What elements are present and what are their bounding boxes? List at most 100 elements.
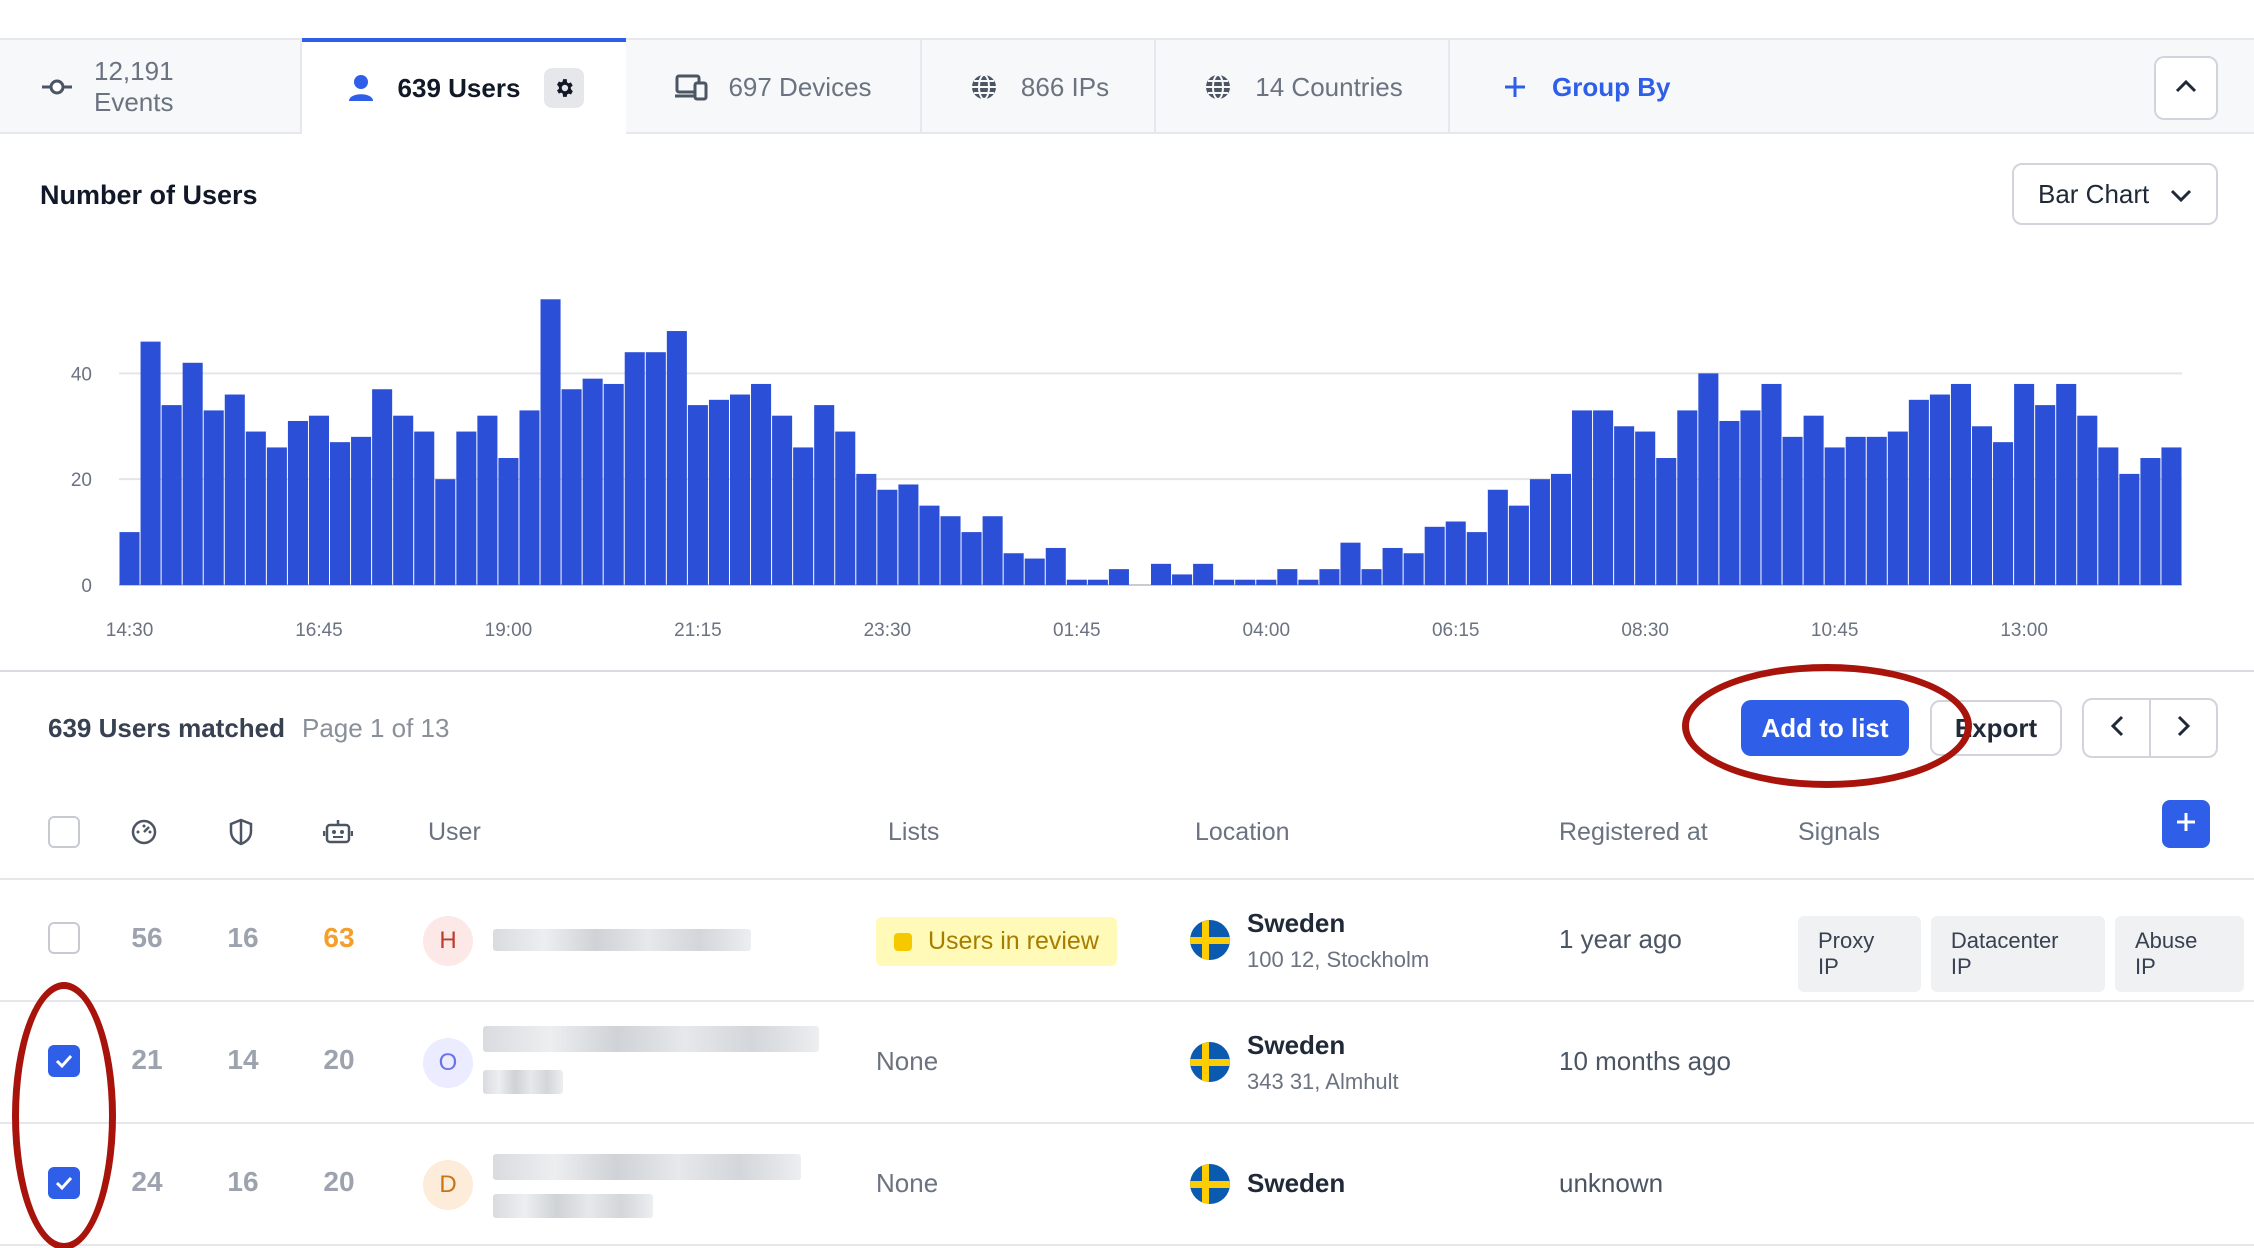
avatar: D: [423, 1160, 473, 1210]
add-column-button[interactable]: [2162, 800, 2210, 848]
bar: [477, 415, 498, 585]
table-row[interactable]: 21 14 20 O None Sweden 343 31, Almhult 1…: [0, 1002, 2254, 1124]
bar: [1108, 569, 1129, 585]
bar: [1487, 489, 1508, 585]
row-checkbox[interactable]: [48, 1045, 80, 1077]
shield-icon[interactable]: [228, 800, 254, 864]
next-page-button[interactable]: [2151, 700, 2216, 756]
bar: [1971, 426, 1993, 585]
user-identifier-redacted[interactable]: [493, 1154, 801, 1180]
tab-events[interactable]: 12,191 Events: [0, 40, 302, 134]
bar: [1529, 479, 1550, 585]
bar: [1950, 383, 1971, 585]
dashboard-icon[interactable]: [130, 800, 158, 864]
y-tick-label: 20: [71, 470, 92, 491]
score-1: 21: [131, 1044, 163, 1075]
sweden-flag-icon: [1190, 1042, 1230, 1082]
gear-icon[interactable]: [544, 68, 585, 108]
list-none: None: [876, 1046, 939, 1076]
bar: [1698, 373, 1719, 585]
signal-badge[interactable]: Abuse IP: [2115, 916, 2245, 992]
column-user[interactable]: User: [428, 800, 481, 864]
bar: [814, 405, 835, 585]
bar: [140, 341, 161, 585]
signal-badge[interactable]: Datacenter IP: [1930, 916, 2105, 992]
x-tick-label: 01:45: [1053, 620, 1101, 641]
chevron-right-icon: [2177, 715, 2191, 742]
tab-bar: 12,191 Events 639 Users 697 Devices 866 …: [0, 38, 2254, 134]
add-to-list-button[interactable]: Add to list: [1741, 700, 1909, 756]
user-identifier-redacted[interactable]: [493, 929, 751, 951]
user-identifier-redacted: [493, 1194, 653, 1218]
bar: [1614, 426, 1635, 585]
signal-badge[interactable]: Proxy IP: [1798, 916, 1921, 992]
column-registered[interactable]: Registered at: [1559, 800, 1708, 864]
column-lists[interactable]: Lists: [888, 800, 939, 864]
sweden-flag-icon: [1190, 1164, 1230, 1204]
tab-users[interactable]: 639 Users: [302, 38, 626, 134]
bar: [1382, 547, 1403, 585]
bar: [1635, 431, 1656, 585]
score-2: 16: [227, 1166, 259, 1197]
x-tick-label: 16:45: [295, 620, 343, 641]
list-none: None: [876, 1168, 939, 1198]
bot-icon[interactable]: [323, 800, 353, 864]
globe-icon: [967, 70, 1001, 104]
tab-users-label: 639 Users: [397, 72, 521, 103]
bar: [308, 415, 330, 585]
bar: [1887, 431, 1908, 585]
table-row[interactable]: 56 16 63 H Users in review Sweden 100 12…: [0, 880, 2254, 1002]
bar: [877, 489, 898, 585]
x-tick-label: 08:30: [1621, 620, 1669, 641]
column-location[interactable]: Location: [1195, 800, 1290, 864]
bar: [582, 378, 603, 585]
collapse-button[interactable]: [2154, 56, 2218, 120]
bar: [1908, 399, 1929, 585]
bar: [2161, 447, 2182, 585]
list-badge[interactable]: Users in review: [876, 917, 1117, 966]
bar: [498, 458, 519, 585]
bar: [603, 383, 624, 585]
bar: [1761, 383, 1782, 585]
avatar: H: [423, 916, 473, 966]
table-row[interactable]: 24 16 20 D None Sweden unknown: [0, 1124, 2254, 1246]
chart-type-label: Bar Chart: [2038, 178, 2150, 209]
bar: [1803, 415, 1824, 585]
bar: [182, 362, 203, 585]
tab-ips[interactable]: 866 IPs: [922, 40, 1156, 134]
pagination: [2082, 698, 2218, 758]
registered-at: unknown: [1559, 1168, 1664, 1198]
group-by-button[interactable]: Group By: [1450, 40, 1710, 134]
x-tick-label: 14:30: [106, 620, 154, 641]
registered-at: 10 months ago: [1559, 1046, 1732, 1076]
select-all-checkbox[interactable]: [48, 800, 80, 864]
bar: [1403, 553, 1424, 585]
chart-type-select[interactable]: Bar Chart: [2012, 163, 2218, 225]
x-tick-label: 21:15: [674, 620, 722, 641]
prev-page-button[interactable]: [2084, 700, 2151, 756]
bar: [1845, 436, 1866, 585]
bar: [708, 399, 729, 585]
bar: [1466, 532, 1487, 585]
column-signals[interactable]: Signals: [1798, 800, 1880, 864]
bar: [1424, 526, 1445, 585]
x-tick-label: 06:15: [1432, 620, 1480, 641]
bar: [351, 436, 372, 585]
user-identifier-redacted[interactable]: [483, 1026, 819, 1052]
row-checkbox[interactable]: [48, 1167, 80, 1199]
bar: [224, 394, 245, 585]
export-button[interactable]: Export: [1930, 700, 2062, 756]
tab-devices-label: 697 Devices: [728, 71, 872, 102]
bar: [772, 415, 793, 585]
bar: [1298, 579, 1319, 585]
devices-icon: [674, 70, 708, 104]
city-name: 100 12, Stockholm: [1247, 947, 1430, 972]
tab-devices[interactable]: 697 Devices: [626, 40, 922, 134]
bar: [561, 389, 582, 585]
x-tick-label: 04:00: [1243, 620, 1291, 641]
bar: [961, 532, 982, 585]
row-checkbox[interactable]: [48, 922, 80, 954]
score-2: 14: [227, 1044, 259, 1075]
bar: [1677, 410, 1698, 585]
tab-countries[interactable]: 14 Countries: [1156, 40, 1450, 134]
